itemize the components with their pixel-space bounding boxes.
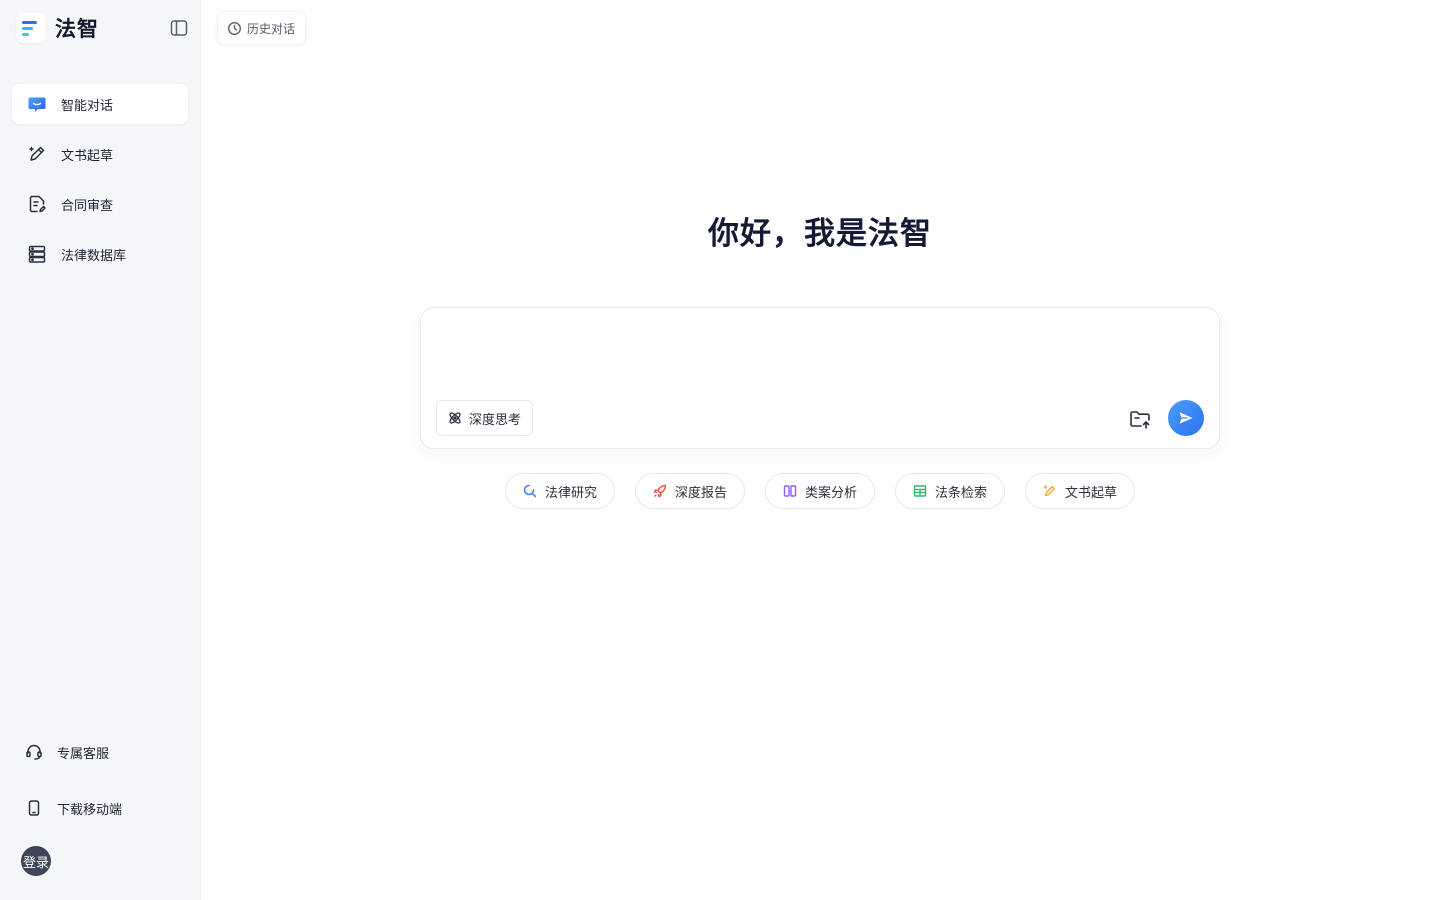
- chip-label: 文书起草: [1064, 485, 1117, 501]
- send-button[interactable]: [1168, 400, 1204, 436]
- sidebar-bottom-download: 下载移动端: [24, 796, 194, 820]
- chip-document-draft[interactable]: 文书起草: [1025, 473, 1135, 509]
- chat-composer: 深度思考: [420, 307, 1220, 449]
- atom-icon: [447, 410, 463, 426]
- columns-icon: [783, 484, 797, 498]
- sidebar-item-label: 法律数据库: [61, 248, 127, 264]
- support-link[interactable]: 专属客服: [24, 740, 194, 764]
- deep-think-label: 深度思考: [469, 412, 522, 428]
- sidebar-nav: 智能对话 文书起草 合同审查 法律数据库: [12, 84, 188, 284]
- deep-think-toggle[interactable]: 深度思考: [436, 400, 534, 436]
- history-label: 历史对话: [247, 21, 296, 36]
- sidebar-item-label: 合同审查: [61, 198, 114, 214]
- send-icon: [1179, 412, 1193, 424]
- database-icon: [26, 243, 48, 265]
- chip-case-analysis[interactable]: 类案分析: [765, 473, 875, 509]
- download-mobile-label: 下载移动端: [57, 802, 123, 818]
- search-icon: [523, 484, 537, 498]
- history-button[interactable]: 历史对话: [217, 11, 307, 45]
- sidebar: 法智 智能对话 文书起草 合同审查 法律数据库 专属客服 下载移动端 登录: [0, 0, 201, 900]
- pen-icon: [1043, 484, 1057, 498]
- sidebar-panel-icon: [170, 20, 188, 36]
- sidebar-item-label: 文书起草: [61, 148, 114, 164]
- chat-bubble-icon: [26, 93, 48, 115]
- book-icon: [913, 484, 927, 498]
- clock-icon: [227, 21, 242, 36]
- login-avatar-button[interactable]: 登录: [21, 846, 51, 876]
- sidebar-item-law-database[interactable]: 法律数据库: [12, 234, 188, 274]
- sidebar-item-chat[interactable]: 智能对话: [12, 84, 188, 124]
- chip-law-research[interactable]: 法律研究: [505, 473, 615, 509]
- chip-label: 法律研究: [544, 485, 597, 501]
- phone-icon: [24, 798, 44, 818]
- support-label: 专属客服: [57, 746, 110, 762]
- chat-input[interactable]: [437, 322, 1205, 392]
- chip-label: 类案分析: [804, 485, 857, 501]
- sidebar-toggle-button[interactable]: [168, 17, 190, 39]
- greeting-title: 你好，我是法智: [708, 216, 932, 252]
- folder-upload-icon: [1130, 411, 1150, 429]
- sidebar-bottom-support: 专属客服: [24, 740, 194, 764]
- document-edit-icon: [26, 193, 48, 215]
- chip-label: 深度报告: [674, 485, 727, 501]
- sidebar-item-contract-review[interactable]: 合同审查: [12, 184, 188, 224]
- download-mobile-link[interactable]: 下载移动端: [24, 796, 194, 820]
- rocket-icon: [653, 484, 667, 498]
- brand[interactable]: 法智: [16, 12, 99, 44]
- chip-statute-search[interactable]: 法条检索: [895, 473, 1005, 509]
- upload-file-button[interactable]: [1127, 406, 1153, 432]
- brand-logo-icon: [16, 13, 46, 43]
- brand-name: 法智: [55, 17, 99, 41]
- chip-label: 法条检索: [934, 485, 987, 501]
- chip-deep-report[interactable]: 深度报告: [635, 473, 745, 509]
- headset-icon: [24, 742, 44, 762]
- pen-icon: [26, 143, 48, 165]
- quick-action-chips: 法律研究 深度报告 类案分析 法条检索 文书起草: [505, 473, 1135, 509]
- sidebar-item-label: 智能对话: [61, 98, 114, 114]
- sidebar-item-draft[interactable]: 文书起草: [12, 134, 188, 174]
